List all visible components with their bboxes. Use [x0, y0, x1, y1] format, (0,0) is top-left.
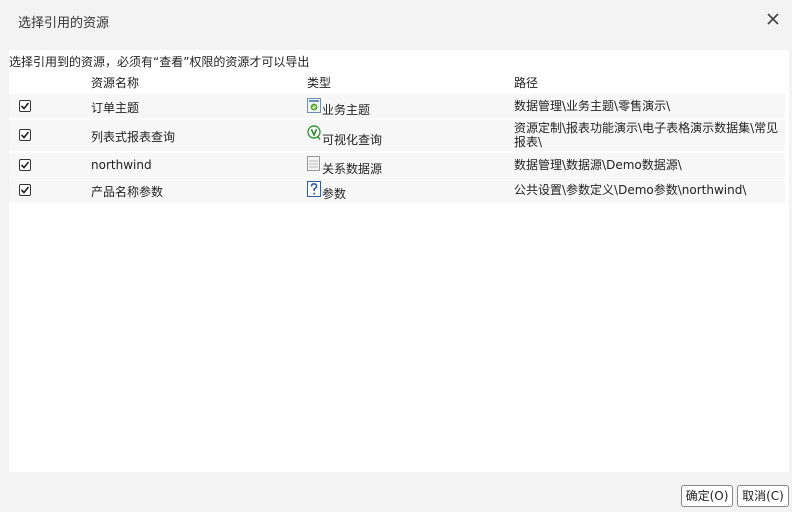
column-header-name: 资源名称 [91, 76, 140, 90]
close-button[interactable] [764, 10, 782, 28]
resource-type: 可视化查询 [322, 133, 383, 147]
export-hint: 选择引用到的资源，必须有“查看”权限的资源才可以导出 [9, 55, 310, 69]
resource-name: 订单主题 [91, 101, 140, 115]
business-theme-icon [307, 97, 321, 113]
relational-datasource-icon [307, 156, 321, 172]
table-row[interactable]: 订单主题 业务主题 数据管理\业务主题\零售演示\ [9, 94, 785, 118]
resource-type: 业务主题 [322, 103, 371, 117]
resource-path: 数据管理\数据源\Demo数据源\ [514, 158, 682, 172]
resource-type: 关系数据源 [322, 162, 383, 176]
checkmark-icon [20, 161, 30, 169]
row-checkbox[interactable] [19, 100, 31, 112]
row-checkbox[interactable] [19, 184, 31, 196]
dialog-titlebar: 选择引用的资源 [0, 0, 792, 40]
parameter-icon [307, 181, 321, 197]
table-row[interactable]: 列表式报表查询 可视化查询 资源定制\报表功能演示\电子表格演示数据集\常见报表… [9, 120, 785, 151]
resource-name: northwind [91, 158, 152, 172]
column-header-type: 类型 [307, 76, 332, 90]
resource-path: 资源定制\报表功能演示\电子表格演示数据集\常见报表\ [514, 121, 779, 149]
ok-button[interactable]: 确定(O) [681, 485, 733, 507]
row-checkbox[interactable] [19, 129, 31, 141]
resource-path: 数据管理\业务主题\零售演示\ [514, 99, 671, 113]
table-row[interactable]: northwind 关系数据源 数据管理\数据源\Demo数据源\ [9, 153, 785, 177]
resource-path: 公共设置\参数定义\Demo参数\northwind\ [514, 183, 747, 197]
table-header: 资源名称 类型 路径 [9, 72, 785, 90]
resource-name: 产品名称参数 [91, 185, 164, 199]
resource-panel: 选择引用到的资源，必须有“查看”权限的资源才可以导出 资源名称 类型 路径 订单… [9, 50, 789, 472]
resource-type: 参数 [322, 187, 347, 201]
cancel-button[interactable]: 取消(C) [737, 485, 789, 507]
visual-query-icon [307, 125, 321, 141]
checkmark-icon [20, 131, 30, 139]
close-icon [767, 13, 779, 25]
row-checkbox[interactable] [19, 159, 31, 171]
dialog-title: 选择引用的资源 [18, 16, 110, 31]
resource-name: 列表式报表查询 [91, 130, 176, 144]
checkmark-icon [20, 186, 30, 194]
checkmark-icon [20, 102, 30, 110]
table-row[interactable]: 产品名称参数 参数 公共设置\参数定义\Demo参数\northwind\ [9, 178, 785, 203]
column-header-path: 路径 [514, 76, 539, 90]
